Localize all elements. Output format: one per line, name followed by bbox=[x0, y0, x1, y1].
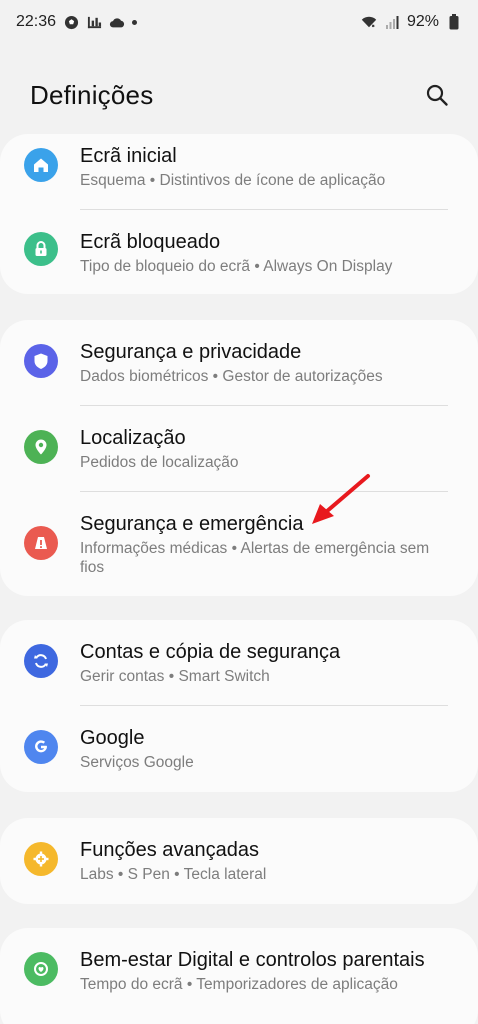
item-text: Ecrã inicial Esquema • Distintivos de íc… bbox=[80, 144, 385, 190]
google-icon bbox=[24, 730, 58, 764]
item-text: Localização Pedidos de localização bbox=[80, 426, 239, 472]
soccer-ball-icon bbox=[63, 14, 79, 30]
setting-security-privacy[interactable]: Segurança e privacidade Dados biométrico… bbox=[0, 320, 478, 406]
item-subtitle: Labs • S Pen • Tecla lateral bbox=[80, 866, 267, 883]
settings-group-accounts: Contas e cópia de segurança Gerir contas… bbox=[0, 620, 478, 792]
search-icon bbox=[426, 84, 448, 106]
item-subtitle: Dados biométricos • Gestor de autorizaçõ… bbox=[80, 368, 383, 385]
setting-google[interactable]: Google Serviços Google bbox=[0, 706, 478, 792]
bar-chart-icon bbox=[86, 14, 102, 30]
item-text: Funções avançadas Labs • S Pen • Tecla l… bbox=[80, 838, 266, 884]
battery-percent: 92% bbox=[406, 13, 439, 30]
setting-location[interactable]: Localização Pedidos de localização bbox=[0, 406, 478, 492]
item-text: Segurança e privacidade Dados biométrico… bbox=[80, 340, 383, 386]
item-text: Ecrã bloqueado Tipo de bloqueio do ecrã … bbox=[80, 230, 392, 276]
setting-lock-screen[interactable]: Ecrã bloqueado Tipo de bloqueio do ecrã … bbox=[0, 210, 478, 294]
setting-advanced-features[interactable]: Funções avançadas Labs • S Pen • Tecla l… bbox=[0, 818, 478, 904]
item-text: Segurança e emergência Informações médic… bbox=[80, 512, 450, 577]
settings-group-security: Segurança e privacidade Dados biométrico… bbox=[0, 320, 478, 596]
item-title: Ecrã bloqueado bbox=[80, 231, 221, 253]
item-subtitle: Tempo do ecrã • Temporizadores de aplica… bbox=[80, 976, 398, 993]
status-time: 22:36 bbox=[16, 13, 57, 30]
lock-icon bbox=[24, 232, 58, 266]
item-subtitle: Tipo de bloqueio do ecrã • Always On Dis… bbox=[80, 258, 393, 275]
setting-accounts-backup[interactable]: Contas e cópia de segurança Gerir contas… bbox=[0, 620, 478, 706]
item-title: Segurança e emergência bbox=[80, 513, 304, 535]
item-title: Segurança e privacidade bbox=[80, 341, 302, 363]
wifi-icon bbox=[361, 14, 377, 30]
dot-icon bbox=[132, 19, 138, 25]
item-subtitle: Pedidos de localização bbox=[80, 454, 239, 471]
header: Definições bbox=[0, 70, 478, 120]
red-arrow-icon bbox=[312, 474, 370, 524]
item-title: Ecrã inicial bbox=[80, 145, 177, 167]
setting-digital-wellbeing[interactable]: Bem-estar Digital e controlos parentais … bbox=[0, 928, 478, 1014]
item-subtitle: Gerir contas • Smart Switch bbox=[80, 668, 270, 685]
item-subtitle: Informações médicas • Alertas de emergên… bbox=[80, 540, 430, 576]
settings-group-wellbeing: Bem-estar Digital e controlos parentais … bbox=[0, 928, 478, 1024]
status-bar: 22:36 92% bbox=[0, 0, 478, 44]
home-icon bbox=[24, 148, 58, 182]
item-title: Localização bbox=[80, 427, 186, 449]
item-title: Bem-estar Digital e controlos parentais bbox=[80, 949, 425, 971]
item-text: Contas e cópia de segurança Gerir contas… bbox=[80, 640, 340, 686]
page-title: Definições bbox=[30, 79, 154, 110]
cloud-icon bbox=[109, 14, 125, 30]
signal-icon bbox=[384, 14, 400, 30]
item-text: Google Serviços Google bbox=[80, 726, 194, 772]
item-text: Bem-estar Digital e controlos parentais … bbox=[80, 948, 425, 994]
item-title: Google bbox=[80, 727, 145, 749]
sync-icon bbox=[24, 644, 58, 678]
item-title: Contas e cópia de segurança bbox=[80, 641, 341, 663]
battery-icon bbox=[446, 14, 462, 30]
status-right: 92% bbox=[361, 13, 462, 31]
settings-group-display: Ecrã inicial Esquema • Distintivos de íc… bbox=[0, 134, 478, 294]
search-button[interactable] bbox=[422, 80, 452, 110]
wellbeing-icon bbox=[24, 952, 58, 986]
warning-icon bbox=[24, 526, 58, 560]
gear-plus-icon bbox=[24, 842, 58, 876]
settings-group-advanced: Funções avançadas Labs • S Pen • Tecla l… bbox=[0, 818, 478, 904]
shield-icon bbox=[24, 344, 58, 378]
item-title: Funções avançadas bbox=[80, 839, 260, 861]
location-icon bbox=[24, 430, 58, 464]
status-left: 22:36 bbox=[16, 13, 138, 31]
setting-safety-emergency[interactable]: Segurança e emergência Informações médic… bbox=[0, 492, 478, 596]
setting-home-screen[interactable]: Ecrã inicial Esquema • Distintivos de íc… bbox=[0, 134, 478, 210]
item-subtitle: Esquema • Distintivos de ícone de aplica… bbox=[80, 172, 386, 189]
item-subtitle: Serviços Google bbox=[80, 754, 194, 771]
